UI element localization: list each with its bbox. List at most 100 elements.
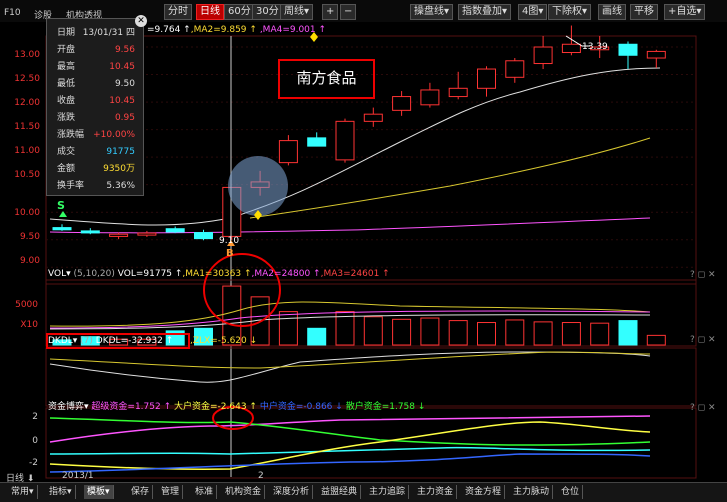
tab-emoney-classic[interactable]: 益盟经典 xyxy=(318,485,362,499)
candle xyxy=(646,49,666,68)
zoom-out-button[interactable]: − xyxy=(340,4,357,20)
candle-body xyxy=(618,43,638,56)
super-fund-line xyxy=(49,415,651,443)
dkdl-panel-controls[interactable]: ? ◻ ✕ xyxy=(690,335,716,345)
info-row: 最高 10.45 xyxy=(51,59,139,76)
tab-main-pulse[interactable]: 主力脉动 xyxy=(510,485,554,499)
fund-axis-top: 2 xyxy=(32,412,38,422)
dkdl-header: DKDL▾ (7) DKDL=-32.932 ↑ xyxy=(46,333,190,349)
info-label: 涨跌 xyxy=(57,113,76,123)
vol-panel-controls[interactable]: ? ◻ ✕ xyxy=(690,270,716,280)
fund-axis-mid: 0 xyxy=(32,436,38,446)
info-row: 成交 91775 xyxy=(51,144,139,161)
index-overlay-dropdown[interactable]: 指数叠加▾ xyxy=(458,4,512,20)
candle-body xyxy=(109,233,129,237)
candle-body xyxy=(505,60,525,78)
volume-bar xyxy=(278,311,298,346)
info-value: 9.50 xyxy=(114,79,135,89)
volume-bar xyxy=(363,316,383,346)
vol-axis-unit: X10 xyxy=(20,320,38,330)
draw-line-button[interactable]: 画线 xyxy=(598,4,626,20)
info-label: 金额 xyxy=(57,164,76,174)
tab-institution-fund[interactable]: 机构资金 xyxy=(222,485,266,499)
info-value: 0.95 xyxy=(114,113,135,123)
tab-main-tracking[interactable]: 主力追踪 xyxy=(366,485,410,499)
volume-highlight-circle xyxy=(203,253,281,327)
candle xyxy=(80,228,100,235)
tab-manage[interactable]: 管理 xyxy=(158,485,184,499)
tab-deep-analysis[interactable]: 深度分析 xyxy=(270,485,314,499)
f10-button[interactable]: F10 xyxy=(4,8,21,18)
info-value: 13/01/31 四 xyxy=(82,28,135,38)
tab-timeshare[interactable]: 分时 xyxy=(164,4,192,20)
tab-save[interactable]: 保存 xyxy=(128,485,154,499)
candle-body xyxy=(165,228,185,233)
info-row: 涨跌 0.95 xyxy=(51,110,139,127)
candle-body xyxy=(335,120,355,161)
tab-standard[interactable]: 标准 xyxy=(192,485,218,499)
info-label: 日期 xyxy=(57,28,76,38)
zlx-value: ,ZLX=-5.620 ↓ xyxy=(190,336,258,346)
info-label: 开盘 xyxy=(57,45,76,55)
tab-fund-equation[interactable]: 资金方程 xyxy=(462,485,506,499)
tab-daily[interactable]: 日线 xyxy=(196,4,224,20)
candle xyxy=(307,132,327,147)
four-chart-dropdown[interactable]: 4图▾ xyxy=(518,4,548,20)
info-value: 9350万 xyxy=(103,164,135,174)
buy-marker: B xyxy=(226,248,234,259)
candles xyxy=(52,25,666,241)
candle xyxy=(420,82,440,108)
high-price-label: 13.39 xyxy=(582,42,608,52)
candle-body xyxy=(646,50,666,59)
info-value: 9.56 xyxy=(114,45,135,55)
fund-indicator-dropdown[interactable]: 资金博弈▾ xyxy=(48,402,89,412)
candle-body xyxy=(80,230,100,234)
tab-main-fund[interactable]: 主力资金 xyxy=(414,485,458,499)
candle xyxy=(194,229,213,241)
tab-template[interactable]: 模板▾ xyxy=(84,485,114,499)
candle-body xyxy=(533,46,553,65)
candle xyxy=(618,41,638,70)
info-label: 成交 xyxy=(57,147,76,157)
tab-weekly[interactable]: 周线▾ xyxy=(280,4,314,20)
operation-line-dropdown[interactable]: 操盘线▾ xyxy=(410,4,454,20)
vol-indicator-dropdown[interactable]: VOL▾ xyxy=(48,269,71,279)
candle-body xyxy=(278,140,298,164)
dkdl-line xyxy=(49,351,651,383)
medium-fund-line xyxy=(49,446,651,455)
candle xyxy=(392,91,412,116)
tab-common[interactable]: 常用▾ xyxy=(8,485,38,499)
candle xyxy=(52,224,72,231)
tab-60min[interactable]: 60分 xyxy=(224,4,255,20)
fund-panel-controls[interactable]: ? ◻ ✕ xyxy=(690,403,716,413)
volume-bar xyxy=(646,334,666,346)
fund-header: 资金博弈▾ 超级资金=1.752 ↑ 大户资金=-2.643 ↑ 中户资金=-0… xyxy=(48,402,426,412)
info-row: 开盘 9.56 xyxy=(51,42,139,59)
info-value: 91775 xyxy=(106,147,135,157)
info-label: 涨跌幅 xyxy=(57,130,85,140)
ex-right-dropdown[interactable]: 下除权▾ xyxy=(548,4,592,20)
add-favorite-dropdown[interactable]: +自选▾ xyxy=(664,4,706,20)
tab-30min[interactable]: 30分 xyxy=(252,4,283,20)
candle-body xyxy=(392,96,412,111)
info-label: 换手率 xyxy=(57,181,85,191)
ma-pink-line xyxy=(49,217,651,234)
info-value: 10.45 xyxy=(109,62,135,72)
x-axis-month-label: 2 xyxy=(258,471,264,481)
highlight-circle xyxy=(228,156,288,216)
volume-bar xyxy=(618,320,638,346)
zlx-line xyxy=(49,351,651,369)
candle xyxy=(561,25,581,56)
info-row: 涨跌幅 +10.00% xyxy=(51,127,139,144)
candle-body xyxy=(363,113,383,122)
tab-position[interactable]: 仓位 xyxy=(558,485,584,499)
zoom-in-button[interactable]: + xyxy=(322,4,339,20)
pan-button[interactable]: 平移 xyxy=(630,4,658,20)
dkdl-indicator-dropdown[interactable]: DKDL▾ xyxy=(48,336,77,346)
info-label: 最高 xyxy=(57,62,76,72)
tab-indicator[interactable]: 指标▾ xyxy=(46,485,76,499)
ma-yellow-line xyxy=(249,137,651,219)
candle-body xyxy=(137,232,157,236)
candle xyxy=(165,226,185,234)
x-axis-date-label: 2013/1 xyxy=(62,471,94,481)
